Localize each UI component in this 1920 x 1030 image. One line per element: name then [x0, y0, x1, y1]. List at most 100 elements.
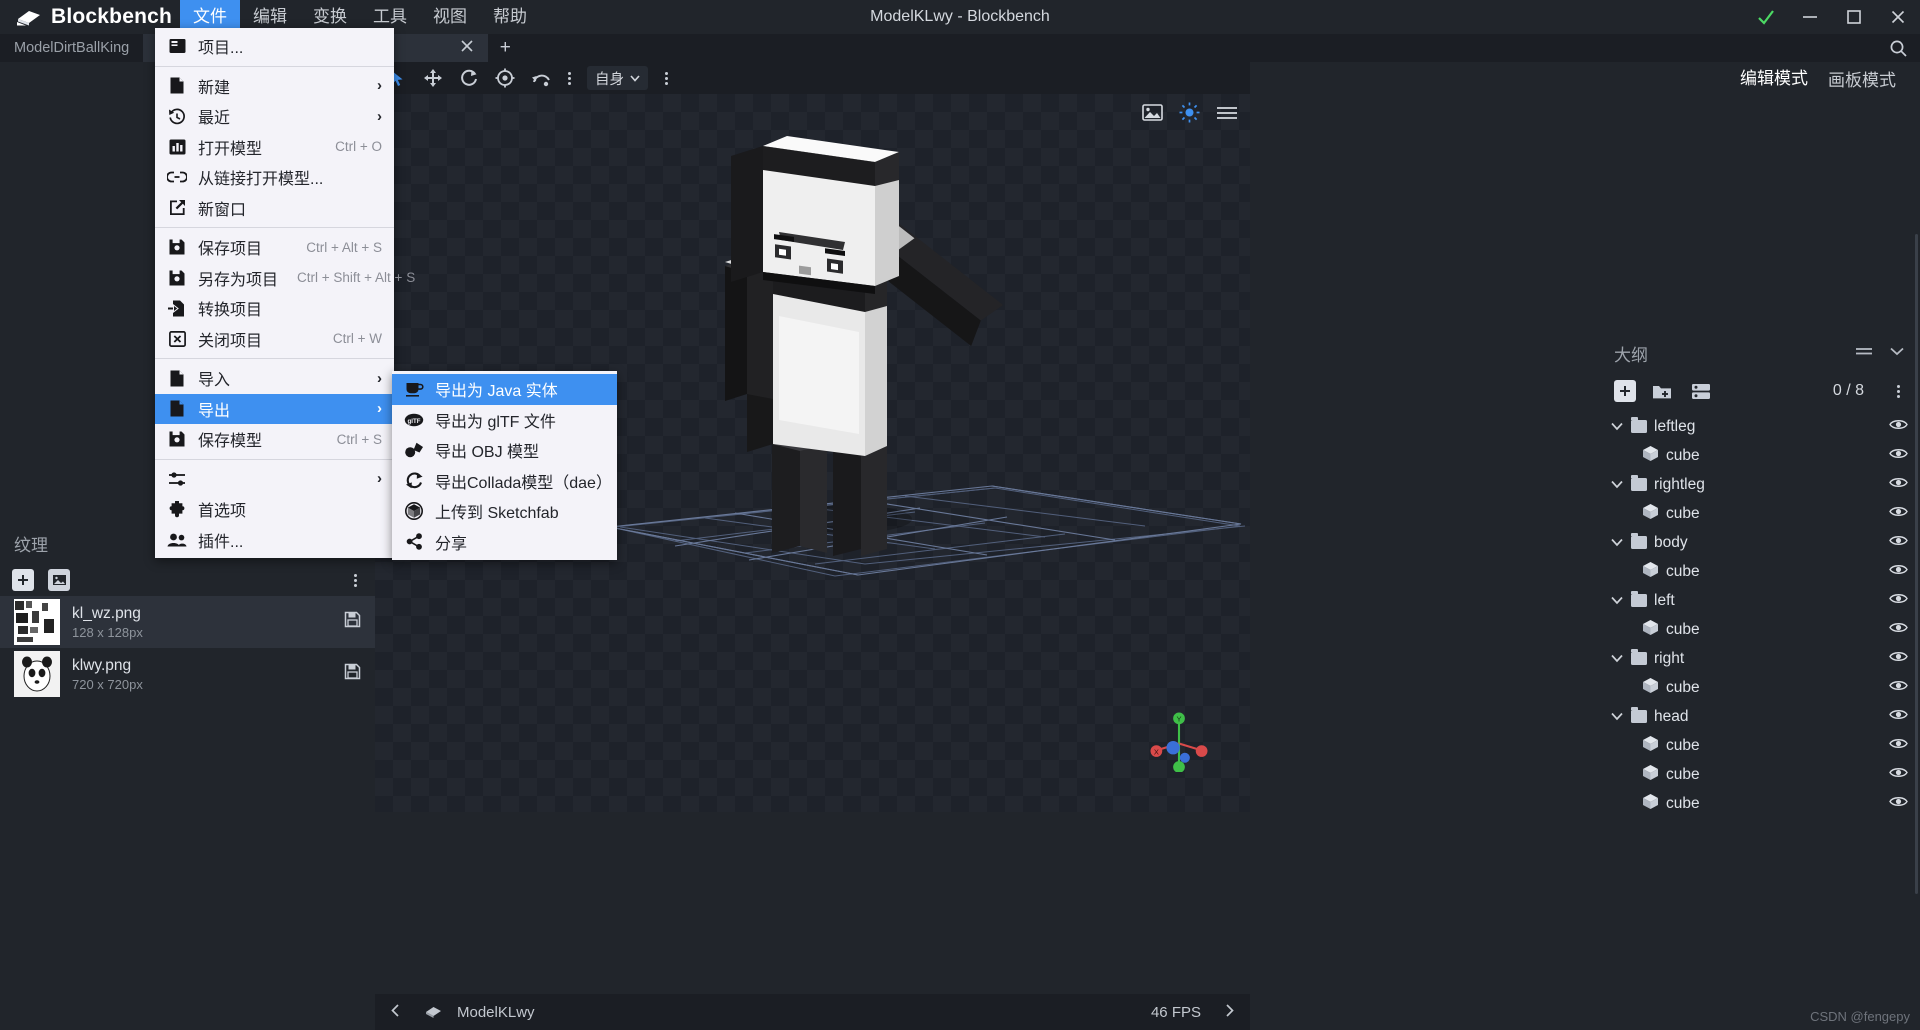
- menu-item-label: 保存项目: [198, 241, 263, 259]
- save-icon[interactable]: [344, 611, 361, 633]
- menu-item-open-model[interactable]: 打开模型 Ctrl + O: [155, 132, 394, 163]
- tab-edit-mode[interactable]: 编辑模式: [1730, 64, 1818, 96]
- chevron-down-icon[interactable]: [1610, 480, 1624, 489]
- chevron-down-icon[interactable]: [1610, 422, 1624, 431]
- outliner-row-cube[interactable]: cube: [1600, 615, 1920, 644]
- menu-item-import[interactable]: 导入 ›: [155, 363, 394, 394]
- chevron-left-icon[interactable]: [389, 1003, 402, 1022]
- tab-close-icon[interactable]: [444, 39, 474, 57]
- tab-paint-mode[interactable]: 画板模式: [1818, 66, 1906, 96]
- pivot-tool-icon[interactable]: [489, 64, 521, 92]
- transform-space-value: 自身: [595, 71, 624, 88]
- import-texture-icon[interactable]: [48, 569, 70, 591]
- outliner-row-body[interactable]: body: [1600, 528, 1920, 557]
- menu-item-export-gltf[interactable]: glTF 导出为 glTF 文件: [392, 405, 617, 436]
- visibility-eye-icon[interactable]: [1889, 737, 1908, 755]
- menu-item-save-project-as[interactable]: 另存为项目 Ctrl + Shift + Alt + S: [155, 263, 415, 294]
- move-tool-icon[interactable]: [417, 64, 449, 92]
- visibility-eye-icon[interactable]: [1889, 563, 1908, 581]
- panel-collapse-icon[interactable]: [1854, 343, 1874, 363]
- outliner-row-head[interactable]: head: [1600, 702, 1920, 731]
- chevron-down-icon[interactable]: [1610, 596, 1624, 605]
- search-icon[interactable]: [1889, 34, 1908, 62]
- visibility-eye-icon[interactable]: [1889, 505, 1908, 523]
- outliner-more-icon[interactable]: [1890, 384, 1906, 398]
- axis-gizmo[interactable]: Y X: [1148, 710, 1210, 772]
- minimize-icon[interactable]: [1788, 0, 1832, 34]
- tab-model-dirt-ball-king[interactable]: ModelDirtBallKing: [0, 34, 144, 62]
- outliner-row-cube[interactable]: cube: [1600, 760, 1920, 789]
- menu-item-share[interactable]: 分享: [392, 527, 617, 558]
- flip-tool-icon[interactable]: [525, 64, 557, 92]
- menu-item-save-model[interactable]: 保存模型 Ctrl + S: [155, 424, 394, 455]
- visibility-eye-icon[interactable]: [1889, 766, 1908, 784]
- visibility-eye-icon[interactable]: [1889, 476, 1908, 494]
- texture-more-icon[interactable]: [347, 573, 363, 587]
- save-icon[interactable]: [344, 663, 361, 685]
- toolbar-more-icon[interactable]: [658, 71, 674, 85]
- visibility-eye-icon[interactable]: [1889, 418, 1908, 436]
- visibility-eye-icon[interactable]: [1889, 592, 1908, 610]
- status-fps: 46 FPS: [1150, 1003, 1201, 1021]
- image-icon[interactable]: [1142, 104, 1163, 126]
- add-group-icon[interactable]: [1652, 380, 1674, 402]
- outliner-row-cube[interactable]: cube: [1600, 557, 1920, 586]
- add-cube-icon[interactable]: [1614, 380, 1636, 402]
- menu-item-recent[interactable]: 最近 ›: [155, 101, 394, 132]
- visibility-eye-icon[interactable]: [1889, 534, 1908, 552]
- chevron-down-icon[interactable]: [1610, 654, 1624, 663]
- menu-item-project[interactable]: 项目...: [155, 31, 394, 62]
- outliner-row-rightleg[interactable]: rightleg: [1600, 470, 1920, 499]
- outliner-row-cube[interactable]: cube: [1600, 731, 1920, 760]
- add-texture-icon[interactable]: [12, 569, 34, 591]
- outliner-row-cube[interactable]: cube: [1600, 789, 1920, 818]
- menu-item-save-project[interactable]: 保存项目 Ctrl + Alt + S: [155, 232, 394, 263]
- brightness-icon[interactable]: [1179, 102, 1200, 128]
- menu-help[interactable]: 帮助: [480, 0, 540, 34]
- menu-item-new[interactable]: 新建 ›: [155, 71, 394, 102]
- menu-item-export[interactable]: 导出 ›: [155, 393, 394, 424]
- chevron-down-icon[interactable]: [1888, 343, 1906, 363]
- visibility-eye-icon[interactable]: [1889, 447, 1908, 465]
- menu-item-preferences[interactable]: ›: [155, 464, 394, 495]
- texture-item-kl-wz[interactable]: kl_wz.png 128 x 128px: [0, 596, 375, 648]
- list-icon[interactable]: [1690, 380, 1712, 402]
- outliner-row-leftleg[interactable]: leftleg: [1600, 412, 1920, 441]
- rotate-tool-icon[interactable]: [453, 64, 485, 92]
- maximize-icon[interactable]: [1832, 0, 1876, 34]
- menu-item-export-obj[interactable]: 导出 OBJ 模型: [392, 435, 617, 466]
- menu-item-plugins[interactable]: 首选项: [155, 494, 394, 525]
- visibility-eye-icon[interactable]: [1889, 679, 1908, 697]
- outliner-row-cube[interactable]: cube: [1600, 499, 1920, 528]
- menu-item-open-model-from-link[interactable]: 从链接打开模型...: [155, 162, 394, 193]
- menu-item-label: 导出为 Java 实体: [435, 383, 558, 401]
- chevron-down-icon[interactable]: [1610, 712, 1624, 721]
- visibility-eye-icon[interactable]: [1889, 621, 1908, 639]
- menu-item-new-window[interactable]: 新窗口: [155, 193, 394, 224]
- chevron-down-icon[interactable]: [1610, 538, 1624, 547]
- menu-item-upload-sketchfab[interactable]: 上传到 Sketchfab: [392, 496, 617, 527]
- visibility-eye-icon[interactable]: [1889, 708, 1908, 726]
- outliner-row-left[interactable]: left: [1600, 586, 1920, 615]
- texture-item-klwy[interactable]: klwy.png 720 x 720px: [0, 648, 375, 700]
- toolbar-overflow-icon[interactable]: [561, 71, 577, 85]
- visibility-eye-icon[interactable]: [1889, 650, 1908, 668]
- menu-item-export-collada[interactable]: 导出Collada模型（dae）: [392, 466, 617, 497]
- outliner-row-cube[interactable]: cube: [1600, 441, 1920, 470]
- menu-item-export-java-entity[interactable]: 导出为 Java 实体: [392, 374, 617, 405]
- close-icon[interactable]: [1876, 0, 1920, 34]
- new-tab-button[interactable]: +: [488, 34, 522, 62]
- menu-item-convert-project[interactable]: 转换项目: [155, 293, 394, 324]
- outliner-header: 大纲: [1600, 332, 1920, 374]
- visibility-eye-icon[interactable]: [1889, 795, 1908, 813]
- menu-icon[interactable]: [1216, 105, 1238, 126]
- outliner-row-cube[interactable]: cube: [1600, 673, 1920, 702]
- outliner-scrollbar[interactable]: [1915, 234, 1918, 894]
- menu-view[interactable]: 视图: [420, 0, 480, 34]
- transform-space-select[interactable]: 自身: [587, 66, 648, 90]
- chevron-right-icon[interactable]: [1223, 1003, 1236, 1022]
- save-check-icon[interactable]: [1744, 0, 1788, 34]
- menu-item-edit-session[interactable]: 插件...: [155, 525, 394, 556]
- menu-item-close-project[interactable]: 关闭项目 Ctrl + W: [155, 324, 394, 355]
- outliner-row-right[interactable]: right: [1600, 644, 1920, 673]
